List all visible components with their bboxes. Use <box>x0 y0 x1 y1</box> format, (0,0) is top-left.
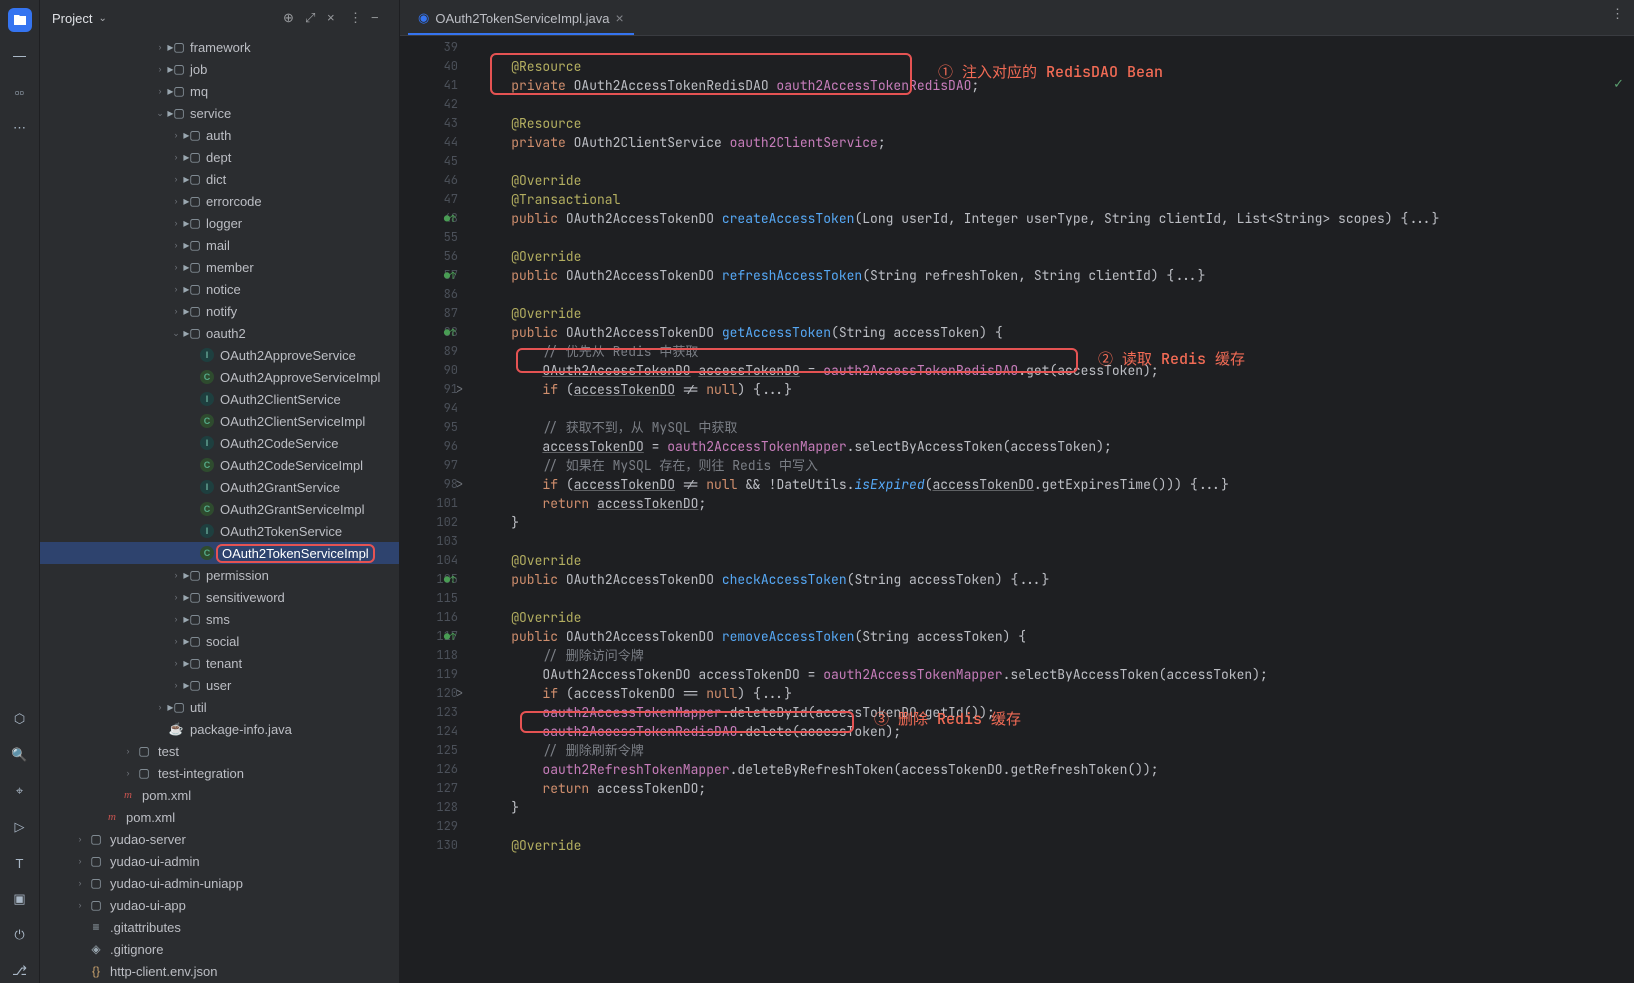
tree-item[interactable]: ⌄▸▢oauth2 <box>40 322 399 344</box>
gutter: 39404142434445464748●↑555657●↑868788●↑89… <box>400 36 468 983</box>
power-icon[interactable]: ⏻ <box>8 923 32 947</box>
tree-item[interactable]: mpom.xml <box>40 806 399 828</box>
tree-item[interactable]: COAuth2ClientServiceImpl <box>40 410 399 432</box>
editor-tab-active[interactable]: ◉ OAuth2TokenServiceImpl.java × <box>408 3 634 35</box>
editor-tabs: ◉ OAuth2TokenServiceImpl.java × ⋮ <box>400 0 1634 36</box>
tree-item[interactable]: ›▸▢permission <box>40 564 399 586</box>
locate-icon[interactable]: ⊕ <box>283 10 299 26</box>
project-panel: Project ⌄ ⊕ ⤢ × ⋮ − ›▸▢framework›▸▢job›▸… <box>40 0 400 983</box>
tree-item[interactable]: ›▸▢dict <box>40 168 399 190</box>
tree-item[interactable]: ›▸▢notify <box>40 300 399 322</box>
project-tool-icon[interactable] <box>8 8 32 32</box>
run-icon[interactable]: ▷ <box>8 815 32 839</box>
tree-item[interactable]: ›▢yudao-ui-admin <box>40 850 399 872</box>
tree-item[interactable]: ›▢yudao-ui-app <box>40 894 399 916</box>
tree-item[interactable]: ›▸▢notice <box>40 278 399 300</box>
tree-item[interactable]: ›▸▢member <box>40 256 399 278</box>
project-panel-header: Project ⌄ ⊕ ⤢ × ⋮ − <box>40 0 399 36</box>
tree-item[interactable]: ›▢yudao-server <box>40 828 399 850</box>
panel-title[interactable]: Project <box>52 11 92 26</box>
annotation-text-2: ② 读取 Redis 缓存 <box>1098 350 1245 369</box>
tree-item[interactable]: ›▸▢user <box>40 674 399 696</box>
tree-item[interactable]: IOAuth2CodeService <box>40 432 399 454</box>
tree-item[interactable]: ≡.gitattributes <box>40 916 399 938</box>
tree-item[interactable]: ◈.gitignore <box>40 938 399 960</box>
tree-item[interactable]: COAuth2TokenServiceImpl <box>40 542 399 564</box>
expand-icon[interactable]: ⤢ <box>305 10 321 26</box>
more-icon[interactable]: ⋯ <box>8 116 32 140</box>
editor-options-icon[interactable]: ⋮ <box>1611 6 1624 22</box>
code-content[interactable]: ① 注入对应的 RedisDAO Bean ② 读取 Redis 缓存 ③ 删除… <box>468 36 1634 983</box>
tree-item[interactable]: ›▸▢logger <box>40 212 399 234</box>
annotation-text-3: ③ 删除 Redis 缓存 <box>874 710 1021 729</box>
tab-filename: OAuth2TokenServiceImpl.java <box>435 11 609 26</box>
tree-item[interactable]: ›▸▢tenant <box>40 652 399 674</box>
inspection-ok-icon[interactable]: ✓ <box>1613 76 1624 92</box>
tree-item[interactable]: COAuth2CodeServiceImpl <box>40 454 399 476</box>
hide-icon[interactable]: − <box>371 10 387 26</box>
tree-item[interactable]: ›▸▢mail <box>40 234 399 256</box>
terminal-icon[interactable]: ▣ <box>8 887 32 911</box>
tree-item[interactable]: mpom.xml <box>40 784 399 806</box>
structure-tool-icon[interactable]: ▫▫ <box>8 80 32 104</box>
search-icon[interactable]: 🔍 <box>8 743 32 767</box>
tree-item[interactable]: ›▸▢sensitiveword <box>40 586 399 608</box>
tree-item[interactable]: ›▸▢job <box>40 58 399 80</box>
tree-item[interactable]: ›▸▢dept <box>40 146 399 168</box>
tree-item[interactable]: ☕package-info.java <box>40 718 399 740</box>
tree-item[interactable]: ›▸▢social <box>40 630 399 652</box>
tree-item[interactable]: ›▸▢framework <box>40 36 399 58</box>
tree-item[interactable]: ›▢test-integration <box>40 762 399 784</box>
editor-area: ◉ OAuth2TokenServiceImpl.java × ⋮ 394041… <box>400 0 1634 983</box>
options-icon[interactable]: ⋮ <box>349 10 365 26</box>
services-icon[interactable]: ⬡ <box>8 707 32 731</box>
commit-tool-icon[interactable]: ⎯⎯ <box>8 44 32 68</box>
tree-item[interactable]: COAuth2ApproveServiceImpl <box>40 366 399 388</box>
annotation-text-1: ① 注入对应的 RedisDAO Bean <box>938 63 1163 82</box>
tree-item[interactable]: ›▸▢mq <box>40 80 399 102</box>
tree-item[interactable]: ›▸▢sms <box>40 608 399 630</box>
tree-item[interactable]: ›▢test <box>40 740 399 762</box>
tree-item[interactable]: COAuth2GrantServiceImpl <box>40 498 399 520</box>
tree-item[interactable]: IOAuth2GrantService <box>40 476 399 498</box>
editor-body[interactable]: 39404142434445464748●↑555657●↑868788●↑89… <box>400 36 1634 983</box>
project-tree[interactable]: ›▸▢framework›▸▢job›▸▢mq⌄▸▢service›▸▢auth… <box>40 36 399 983</box>
vcs-icon[interactable]: ⎇ <box>8 959 32 983</box>
collapse-icon[interactable]: × <box>327 10 343 26</box>
left-toolwindow-bar: ⎯⎯ ▫▫ ⋯ ⬡ 🔍 ⌖ ▷ T ▣ ⏻ ⎇ <box>0 0 40 983</box>
type-icon[interactable]: T <box>8 851 32 875</box>
close-tab-icon[interactable]: × <box>616 10 624 26</box>
tree-item[interactable]: ›▸▢util <box>40 696 399 718</box>
tree-item[interactable]: ⌄▸▢service <box>40 102 399 124</box>
debug-icon[interactable]: ⌖ <box>8 779 32 803</box>
panel-dropdown-icon[interactable]: ⌄ <box>98 13 106 24</box>
tree-item[interactable]: IOAuth2ClientService <box>40 388 399 410</box>
tree-item[interactable]: ›▸▢auth <box>40 124 399 146</box>
tree-item[interactable]: IOAuth2ApproveService <box>40 344 399 366</box>
java-file-icon: ◉ <box>418 10 429 26</box>
tree-item[interactable]: IOAuth2TokenService <box>40 520 399 542</box>
tree-item[interactable]: ›▢yudao-ui-admin-uniapp <box>40 872 399 894</box>
tree-item[interactable]: ›▸▢errorcode <box>40 190 399 212</box>
tree-item[interactable]: {}http-client.env.json <box>40 960 399 982</box>
